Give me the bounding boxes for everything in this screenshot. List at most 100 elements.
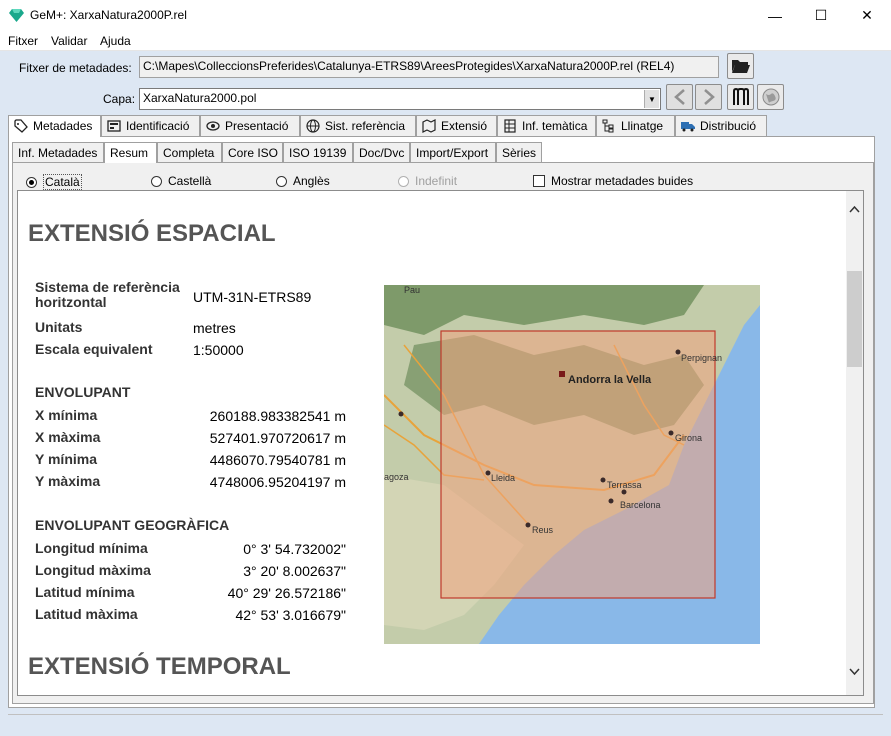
maximize-button[interactable]: ☐ [798,0,844,31]
ymax-label: Y màxima [35,473,101,489]
scale-label: Escala equivalent [35,341,153,357]
map-icon [422,119,436,133]
lonmax-label: Longitud màxima [35,562,151,578]
tab-sist-referencia[interactable]: Sist. referència [300,115,416,136]
layer-label: Capa: [103,92,136,106]
map-label-barcelona: Barcelona [620,500,661,510]
tab-identificacio[interactable]: Identificació [101,115,200,136]
chevron-right-icon [703,89,715,105]
tab-presentacio[interactable]: Presentació [200,115,300,136]
xmin-label: X mínima [35,407,98,423]
tab-extensio[interactable]: Extensió [416,115,497,136]
chevron-down-icon[interactable]: ▼ [644,90,659,108]
title-bar: GeM+: XarxaNatura2000P.rel — ☐ ✕ [0,0,891,31]
minimize-icon: — [768,7,782,24]
scrollbar-thumb[interactable] [847,271,862,367]
menu-validar[interactable]: Validar [51,34,87,48]
layer-select[interactable]: XarxaNatura2000.pol ▼ [139,88,661,110]
radio-label: Indefinit [415,174,458,188]
metadata-file-field[interactable]: C:\Mapes\ColleccionsPreferides\Catalunya… [139,56,719,78]
radio-indefinit: Indefinit [398,174,457,188]
tab-distribucio[interactable]: Distribució [675,115,767,136]
heading-temporal-extent: EXTENSIÓ TEMPORAL [28,653,291,680]
scroll-down-icon[interactable] [849,668,860,676]
show-empty-checkbox[interactable]: Mostrar metadades buides [533,174,693,188]
tab-inf-tematica[interactable]: Inf. temàtica [497,115,596,136]
radio-dot [151,175,162,187]
maximize-icon: ☐ [814,7,828,23]
close-icon: ✕ [861,7,873,23]
map-label-zaragoza: agoza [384,472,409,482]
tab-label: Identificació [126,119,190,133]
tab-label: Presentació [225,119,289,133]
globe-icon [762,88,779,106]
eye-icon [206,121,220,131]
tab-series[interactable]: Sèries [496,142,542,162]
checkbox-box [533,175,545,187]
vertical-scrollbar[interactable] [846,191,863,695]
map-label-girona: Girona [675,433,702,443]
ymin-label: Y mínima [35,451,97,467]
layer-value: XarxaNatura2000.pol [143,91,257,105]
map-label-reus: Reus [532,525,554,535]
latmax-value: 42° 53' 3.016679" [235,607,346,623]
extent-map: Andorra la Vella Perpignan Girona Lleida… [384,285,760,644]
map-label-andorra: Andorra la Vella [568,374,652,386]
miramon-button[interactable] [727,84,754,110]
heading-spatial-extent: EXTENSIÓ ESPACIAL [28,220,276,247]
lonmin-value: 0° 3' 54.732002" [243,541,346,557]
diamond-icon [9,9,24,22]
crs-label: Sistema de referència horitzontal [35,279,180,310]
radio-catala[interactable]: Català [26,174,82,190]
tab-label: Sist. referència [325,119,406,133]
tab-llinatge[interactable]: Llinatge [596,115,675,136]
open-folder-button[interactable] [727,53,754,79]
metadata-summary-view[interactable]: EXTENSIÓ ESPACIAL Sistema de referència … [17,190,864,696]
window-title: GeM+: XarxaNatura2000P.rel [30,8,187,22]
tree-icon [602,119,614,133]
scale-value: 1:50000 [193,342,244,358]
minimize-button[interactable]: — [752,0,798,31]
menu-fitxer[interactable]: Fitxer [8,34,38,48]
lonmax-value: 3° 20' 8.002637" [243,563,346,579]
units-label: Unitats [35,319,83,335]
units-value: metres [193,320,236,336]
radio-castella[interactable]: Castellà [151,174,211,188]
radio-angles[interactable]: Anglès [276,174,330,188]
radio-label: Castellà [168,174,212,188]
tab-resum[interactable]: Resum [104,142,157,163]
previous-button[interactable] [666,84,693,110]
tab-iso-19139[interactable]: ISO 19139 [283,142,353,162]
truck-icon [681,122,695,132]
tab-import-export[interactable]: Import/Export [410,142,496,162]
folder-open-icon [731,60,750,73]
table-icon [504,119,516,133]
tab-doc-dvc[interactable]: Doc/Dvc [353,142,410,162]
xmin-value: 260188.983382541 m [209,408,346,424]
latmin-label: Latitud mínima [35,584,135,600]
map-label-pau: Pau [404,285,420,295]
radio-dot [276,175,287,187]
tag-icon [14,119,28,133]
tab-completa[interactable]: Completa [157,142,222,162]
next-button[interactable] [695,84,722,110]
id-card-icon [107,120,121,132]
ymax-value: 4748006.95204197 m [209,474,346,490]
menu-ajuda[interactable]: Ajuda [100,34,131,48]
tab-metadades[interactable]: Metadades [8,115,101,137]
status-bar [8,714,883,728]
tab-label: Metadades [33,119,93,133]
globe-button[interactable] [757,84,784,110]
lonmin-label: Longitud mínima [35,540,148,556]
tab-inf-metadades[interactable]: Inf. Metadades [12,142,104,162]
tab-core-iso[interactable]: Core ISO [222,142,283,162]
tab-label: Distribució [700,119,757,133]
scroll-up-icon[interactable] [849,205,860,213]
tab-label: Extensió [441,119,488,133]
radio-label: Anglès [293,174,330,188]
globe-icon [306,119,320,133]
close-button[interactable]: ✕ [844,0,890,31]
menu-bar: Fitxer Validar Ajuda [0,31,891,51]
map-image: Andorra la Vella Perpignan Girona Lleida… [384,285,760,644]
envelope-heading: ENVOLUPANT [35,384,131,400]
